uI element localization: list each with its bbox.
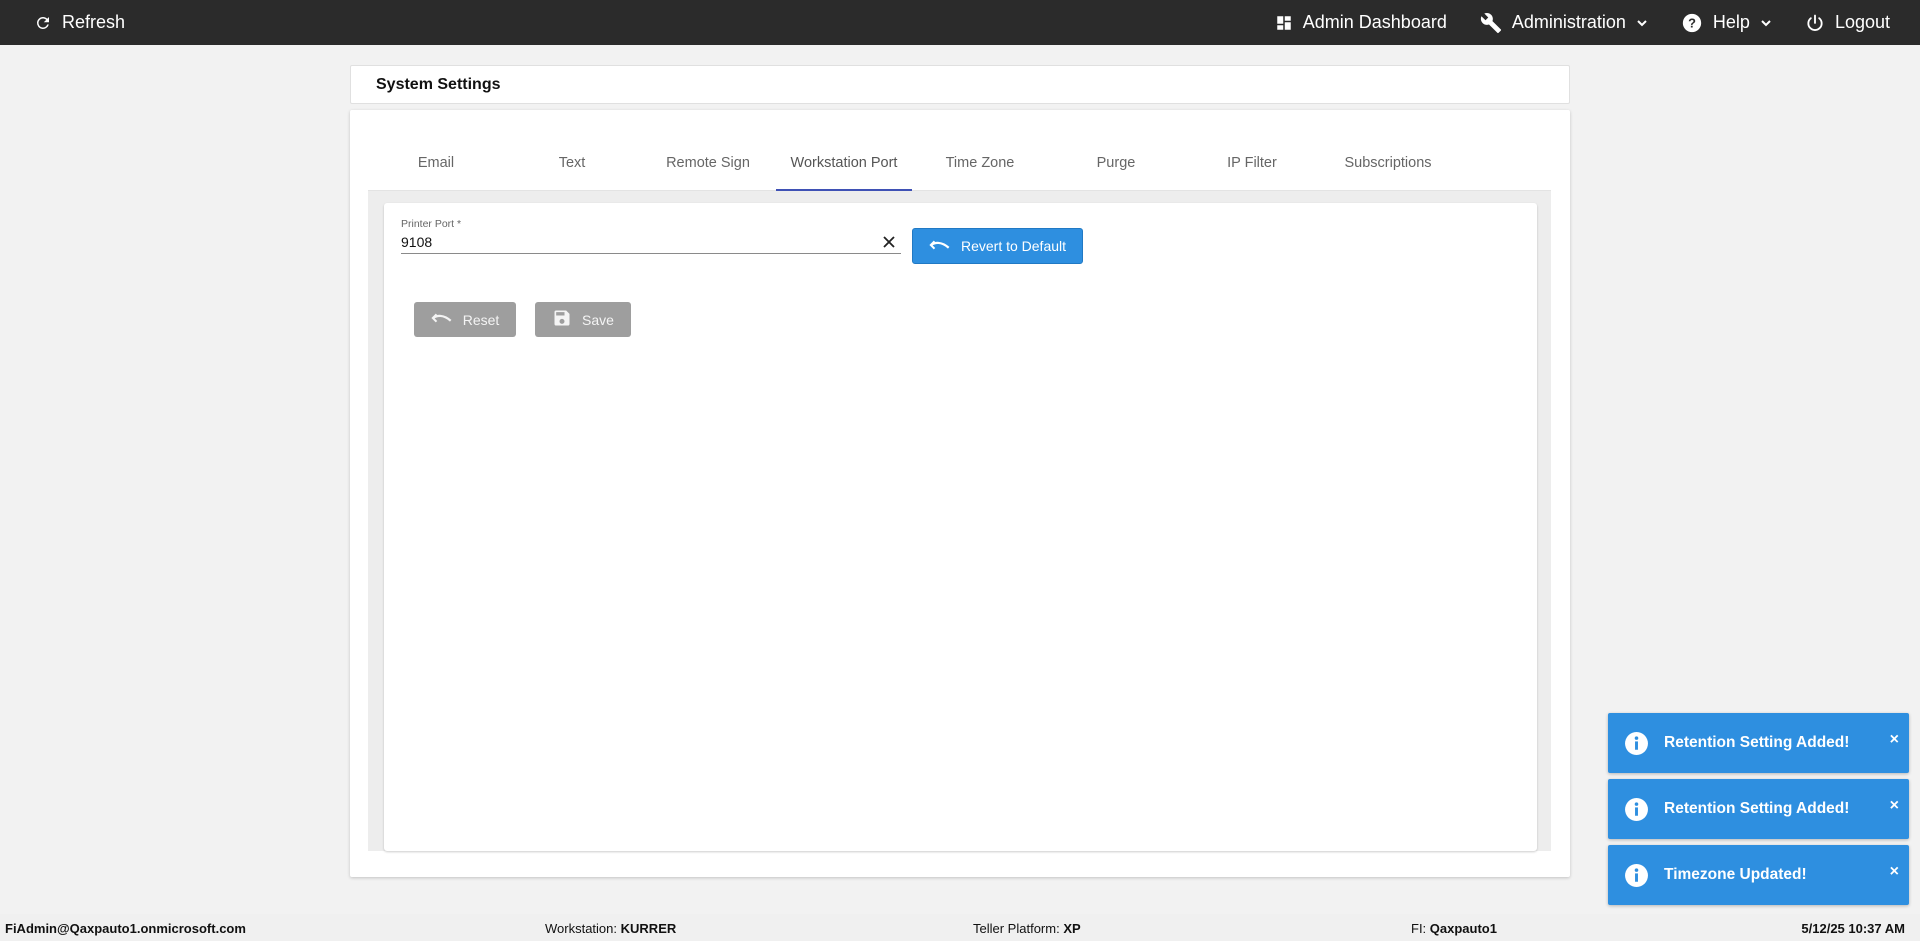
status-footer: FiAdmin@Qaxpauto1.onmicrosoft.com Workst…: [0, 914, 1920, 941]
chevron-down-icon: [1636, 17, 1648, 29]
printer-port-field: Printer Port *: [401, 218, 901, 254]
page-title: System Settings: [376, 75, 501, 93]
help-menu[interactable]: ? Help: [1681, 0, 1772, 45]
footer-datetime-value: 5/12/25 10:37 AM: [1801, 921, 1905, 936]
settings-tabs: Email Text Remote Sign Workstation Port …: [368, 135, 1551, 191]
tab-workstation-port[interactable]: Workstation Port: [776, 135, 912, 191]
toast-message: Timezone Updated!: [1664, 866, 1807, 883]
administration-label: Administration: [1511, 12, 1626, 32]
help-label: Help: [1712, 12, 1750, 32]
toast-message: Retention Setting Added!: [1664, 800, 1850, 817]
toast-message: Retention Setting Added!: [1664, 734, 1850, 751]
toast-notification: Timezone Updated! ×: [1608, 845, 1909, 905]
footer-fi-value: Qaxpauto1: [1429, 921, 1497, 936]
tab-remote-sign[interactable]: Remote Sign: [640, 135, 776, 190]
refresh-button[interactable]: Refresh: [34, 0, 125, 45]
info-icon: [1624, 797, 1649, 822]
tab-purge[interactable]: Purge: [1048, 135, 1184, 190]
refresh-icon: [34, 14, 52, 32]
refresh-label: Refresh: [62, 12, 126, 32]
top-navigation-bar: Refresh Admin Dashboard Administration ?…: [0, 0, 1920, 45]
tab-subscriptions[interactable]: Subscriptions: [1320, 135, 1456, 190]
wrench-icon: [1480, 12, 1502, 34]
tab-panel: Printer Port * Revert to Default Reset: [368, 191, 1551, 851]
footer-fi-label: FI:: [1411, 921, 1427, 936]
logout-button[interactable]: Logout: [1805, 0, 1890, 45]
revert-label: Revert to Default: [960, 238, 1067, 254]
footer-workstation: Workstation: KURRER: [545, 921, 676, 936]
printer-port-label: Printer Port *: [401, 218, 462, 230]
undo-icon: [431, 310, 453, 329]
svg-text:?: ?: [1688, 15, 1696, 30]
chevron-down-icon: [1760, 17, 1772, 29]
footer-workstation-value: KURRER: [620, 921, 677, 936]
admin-dashboard-link[interactable]: Admin Dashboard: [1275, 0, 1447, 45]
save-label: Save: [582, 311, 614, 328]
footer-user-value: FiAdmin@Qaxpauto1.onmicrosoft.com: [5, 921, 246, 936]
admin-dashboard-label: Admin Dashboard: [1302, 12, 1447, 32]
toast-notification: Retention Setting Added! ×: [1608, 713, 1909, 773]
footer-platform-value: XP: [1063, 921, 1081, 936]
footer-teller-platform: Teller Platform: XP: [973, 921, 1081, 936]
floppy-icon: [552, 308, 572, 331]
topbar-right-menu: Admin Dashboard Administration ? Help Lo…: [1275, 0, 1890, 45]
footer-platform-label: Teller Platform:: [973, 921, 1060, 936]
toast-close-button[interactable]: ×: [1890, 797, 1899, 815]
undo-icon: [929, 237, 951, 256]
help-circle-icon: ?: [1681, 12, 1703, 34]
info-icon: [1624, 731, 1649, 756]
tab-text[interactable]: Text: [504, 135, 640, 190]
footer-workstation-label: Workstation:: [545, 921, 618, 936]
save-button[interactable]: Save: [535, 302, 631, 337]
power-icon: [1805, 13, 1825, 33]
reset-label: Reset: [462, 311, 500, 328]
logout-label: Logout: [1834, 12, 1890, 32]
dashboard-icon: [1275, 14, 1293, 32]
footer-datetime: 5/12/25 10:37 AM: [1801, 921, 1905, 936]
tab-time-zone[interactable]: Time Zone: [912, 135, 1048, 190]
toast-close-button[interactable]: ×: [1890, 863, 1899, 881]
page-title-card: System Settings: [350, 65, 1570, 104]
tab-ip-filter[interactable]: IP Filter: [1184, 135, 1320, 190]
toast-notification: Retention Setting Added! ×: [1608, 779, 1909, 839]
clear-icon[interactable]: [881, 234, 897, 250]
info-icon: [1624, 863, 1649, 888]
footer-user: FiAdmin@Qaxpauto1.onmicrosoft.com: [5, 921, 246, 936]
settings-card: Email Text Remote Sign Workstation Port …: [350, 110, 1570, 877]
footer-fi: FI: Qaxpauto1: [1411, 921, 1497, 936]
workstation-port-form: Printer Port * Revert to Default Reset: [384, 203, 1537, 851]
revert-to-default-button[interactable]: Revert to Default: [912, 228, 1083, 264]
tab-email[interactable]: Email: [368, 135, 504, 190]
administration-menu[interactable]: Administration: [1480, 0, 1648, 45]
printer-port-input[interactable]: [401, 234, 861, 250]
toast-close-button[interactable]: ×: [1890, 731, 1899, 749]
reset-button[interactable]: Reset: [414, 302, 516, 337]
